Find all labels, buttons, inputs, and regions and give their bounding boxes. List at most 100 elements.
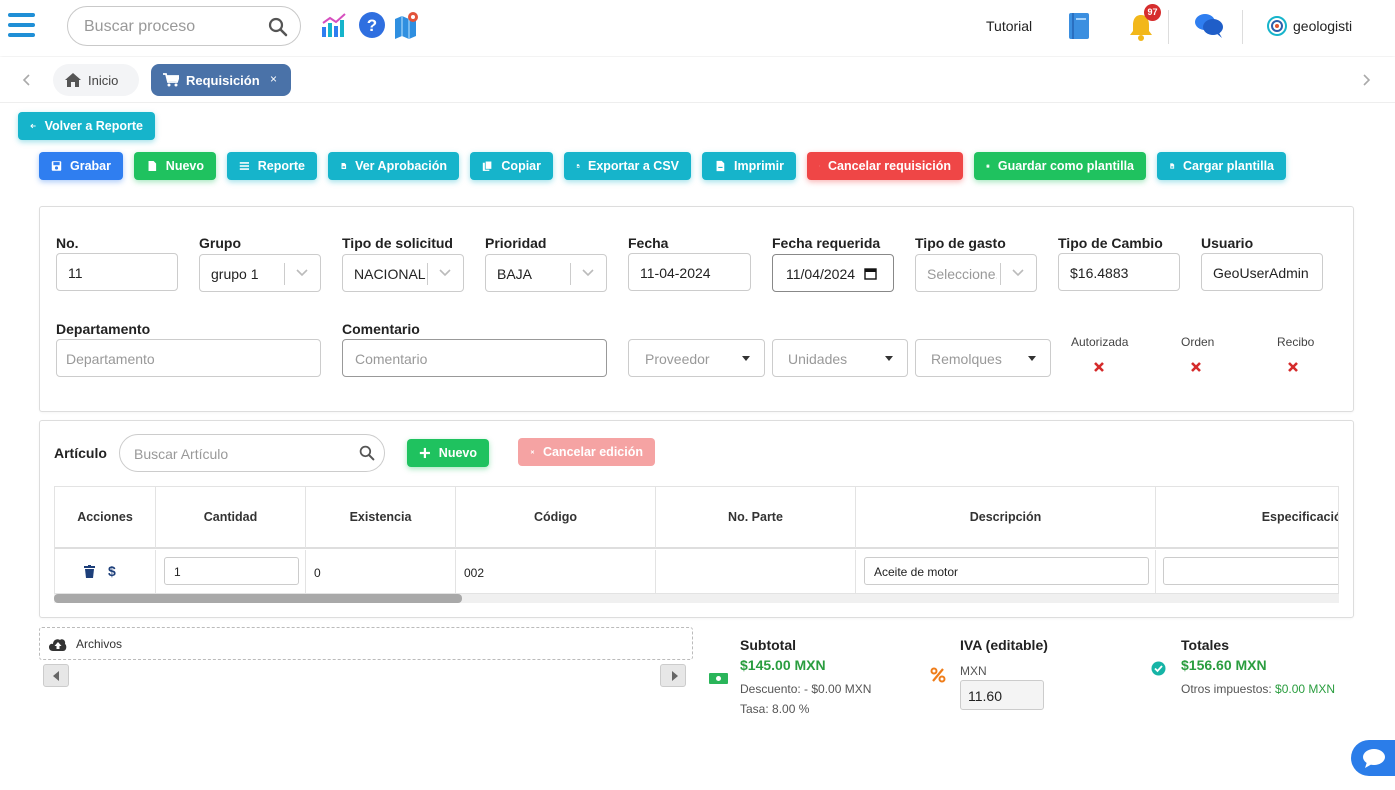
file-icon — [148, 160, 157, 172]
x-status-icon — [1094, 362, 1104, 372]
user-name[interactable]: geologisti — [1293, 18, 1352, 34]
floppy-icon — [51, 161, 62, 171]
cancel-requisition-label: Cancelar requisición — [828, 159, 951, 173]
files-dropzone[interactable]: Archivos — [39, 627, 693, 660]
spec-input[interactable] — [1163, 557, 1338, 585]
tutorial-link[interactable]: Tutorial — [986, 18, 1032, 34]
save-button[interactable]: Grabar — [39, 152, 123, 180]
menu-icon[interactable] — [8, 13, 35, 37]
save-template-label: Guardar como plantilla — [997, 159, 1134, 173]
price-icon[interactable]: $ — [108, 563, 116, 579]
subtotal-value: $145.00 MXN — [740, 657, 826, 673]
expense-type-select[interactable]: Seleccione... — [915, 254, 1037, 292]
x-status-icon — [1288, 362, 1298, 372]
group-value: grupo 1 — [211, 266, 259, 282]
priority-label: Prioridad — [485, 235, 547, 251]
request-type-value: NACIONAL — [354, 266, 426, 282]
comment-input[interactable]: Comentario — [342, 339, 607, 377]
other-taxes-label: Otros impuestos: — [1181, 682, 1272, 696]
new-button[interactable]: Nuevo — [134, 152, 216, 180]
view-approval-button[interactable]: Ver Aprobación — [328, 152, 459, 180]
report-button[interactable]: Reporte — [227, 152, 317, 180]
chevron-right-icon[interactable] — [1361, 74, 1371, 86]
trailers-placeholder: Remolques — [931, 351, 1002, 367]
department-input[interactable]: Departamento — [56, 339, 321, 377]
article-search-box[interactable]: Buscar Artículo — [119, 434, 385, 472]
totals-value: $156.60 MXN — [1181, 657, 1267, 673]
cancel-requisition-button[interactable]: Cancelar requisición — [807, 152, 963, 180]
chat-icon[interactable] — [1194, 11, 1224, 39]
column-header[interactable]: No. Parte — [656, 487, 856, 549]
supplier-select[interactable]: Proveedor — [628, 339, 765, 377]
trailers-select[interactable]: Remolques — [915, 339, 1051, 377]
trash-icon[interactable] — [84, 565, 95, 578]
no-field[interactable]: 11 — [56, 253, 178, 291]
request-type-select[interactable]: NACIONAL — [342, 254, 464, 292]
priority-select[interactable]: BAJA — [485, 254, 607, 292]
arrow-left-icon — [30, 123, 36, 129]
files-next-button[interactable] — [660, 664, 686, 687]
scrollbar-thumb[interactable] — [54, 594, 462, 603]
totals-label: Totales — [1181, 637, 1229, 653]
cancel-edit-button[interactable]: Cancelar edición — [518, 438, 655, 466]
process-search-input[interactable] — [84, 16, 264, 38]
close-icon[interactable]: × — [270, 72, 277, 86]
supplier-placeholder: Proveedor — [645, 351, 710, 367]
back-to-report-button[interactable]: Volver a Reporte — [18, 112, 155, 140]
user-logo-icon[interactable] — [1267, 16, 1287, 36]
tab-home[interactable]: Inicio — [53, 64, 139, 96]
book-icon[interactable] — [1068, 12, 1090, 40]
date-field[interactable]: 11-04-2024 — [628, 253, 751, 291]
quantity-input[interactable]: 1 — [164, 557, 299, 585]
column-header[interactable]: Especificación — [1156, 487, 1338, 549]
file-print-icon — [716, 160, 725, 172]
x-status-icon — [1191, 362, 1201, 372]
export-csv-button[interactable]: Exportar a CSV — [564, 152, 691, 180]
chat-widget-button[interactable] — [1351, 740, 1395, 776]
iva-input[interactable]: 11.60 — [960, 680, 1044, 710]
column-header[interactable]: Cantidad — [156, 487, 306, 549]
units-select[interactable]: Unidades — [772, 339, 908, 377]
search-icon[interactable] — [359, 445, 375, 461]
request-type-label: Tipo de solicitud — [342, 235, 453, 251]
table-cell-description: Aceite de motor — [856, 550, 1156, 593]
chart-icon[interactable] — [320, 11, 348, 39]
column-header[interactable]: Existencia — [306, 487, 456, 549]
description-value: Aceite de motor — [874, 565, 959, 579]
column-header[interactable]: Acciones — [55, 487, 156, 549]
tabs-row: Inicio Requisición × — [0, 57, 1395, 103]
files-prev-button[interactable] — [43, 664, 69, 687]
help-icon[interactable]: ? — [358, 11, 386, 39]
required-date-input[interactable]: 11/04/2024 — [772, 254, 894, 292]
calendar-icon[interactable] — [864, 267, 877, 280]
column-header[interactable]: Código — [456, 487, 656, 549]
print-button[interactable]: Imprimir — [702, 152, 796, 180]
table-cell-part-no — [656, 550, 856, 593]
exchange-rate-field[interactable]: $16.4883 — [1058, 253, 1180, 291]
new-article-button[interactable]: Nuevo — [407, 439, 489, 467]
copy-button[interactable]: Copiar — [470, 152, 553, 180]
search-icon[interactable] — [268, 17, 288, 37]
copy-label: Copiar — [501, 159, 541, 173]
table-cell-actions: $ — [55, 550, 156, 593]
table-cell-stock: 0 — [306, 550, 456, 593]
notification-badge: 97 — [1144, 4, 1161, 21]
map-icon[interactable] — [393, 11, 421, 39]
description-input[interactable]: Aceite de motor — [864, 557, 1149, 585]
column-header[interactable]: Descripción — [856, 487, 1156, 549]
user-field[interactable]: GeoUserAdmin — [1201, 253, 1323, 291]
load-template-button[interactable]: Cargar plantilla — [1157, 152, 1286, 180]
user-value: GeoUserAdmin — [1213, 265, 1309, 281]
table-cell-spec — [1156, 550, 1338, 593]
save-template-button[interactable]: Guardar como plantilla — [974, 152, 1146, 180]
tab-requisicion[interactable]: Requisición × — [151, 64, 291, 96]
chevron-left-icon[interactable] — [22, 74, 32, 86]
iva-value: 11.60 — [968, 688, 1002, 704]
group-select[interactable]: grupo 1 — [199, 254, 321, 292]
divider — [1242, 10, 1243, 44]
process-search-box[interactable] — [67, 6, 301, 46]
caret-down-icon — [742, 356, 750, 361]
iva-currency: MXN — [960, 664, 987, 678]
department-placeholder: Departamento — [66, 351, 155, 367]
svg-text:?: ? — [367, 16, 377, 35]
